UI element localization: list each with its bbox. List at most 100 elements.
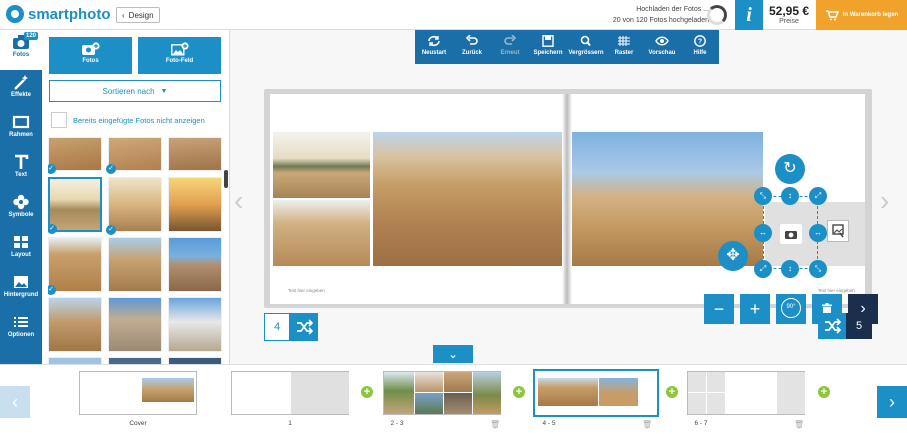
add-page-plus-icon[interactable]: + <box>513 386 525 398</box>
nav-item-fotos[interactable]: Fotos 120 <box>0 30 42 70</box>
panel-scrollbar[interactable] <box>224 170 228 188</box>
add-page-plus-icon[interactable]: + <box>666 386 678 398</box>
logo[interactable]: smartphoto <box>6 5 111 23</box>
photo-thumbnail[interactable] <box>168 177 222 232</box>
photo-edit-center-icon[interactable] <box>780 224 802 244</box>
sort-dropdown[interactable]: Sortieren nach ▼ <box>49 80 221 102</box>
nav-item-effekte[interactable]: Effekte <box>0 70 42 110</box>
photo-slot[interactable] <box>373 132 566 266</box>
preview-button[interactable]: Vorschau <box>643 30 681 64</box>
caption-text-left[interactable]: Text hier eingeben <box>288 288 325 293</box>
photo-grid: ✓ ✓ ✓ ✓ ✓ <box>48 137 224 365</box>
nav-item-symbole[interactable]: Symbole <box>0 190 42 230</box>
add-page-plus-icon[interactable]: + <box>361 386 373 398</box>
restart-button[interactable]: Neustart <box>415 30 453 64</box>
rotate-handle-icon[interactable]: ↻ <box>775 154 805 184</box>
nav-item-layout[interactable]: Layout <box>0 230 42 270</box>
resize-handle-ne-icon[interactable]: ⤢ <box>809 187 827 205</box>
resize-handle-s-icon[interactable]: ↕ <box>781 260 799 278</box>
delete-spread-trash-icon[interactable]: 🗑 <box>490 420 500 429</box>
spread-thumbnail-6-7[interactable] <box>687 371 805 415</box>
photo-thumbnail[interactable] <box>168 297 222 352</box>
chevron-down-icon: ▼ <box>160 87 168 95</box>
rotate-90-button[interactable]: 90° <box>776 294 806 324</box>
hide-inserted-checkbox[interactable] <box>51 112 67 128</box>
photo-thumbnail[interactable]: ✓ <box>48 237 102 295</box>
zoom-button[interactable]: Vergrössern <box>567 30 605 64</box>
info-button[interactable]: i <box>735 0 763 30</box>
shuffle-left-button[interactable] <box>290 313 318 341</box>
photo-panel: Fotos Foto-Feld Sortieren nach ▼ Bereits… <box>42 30 230 365</box>
spread-thumbnail-4-5-active[interactable] <box>533 369 659 417</box>
spread-thumbnail-1[interactable] <box>231 371 349 415</box>
save-icon <box>542 35 554 47</box>
zoom-in-button[interactable]: + <box>740 294 770 324</box>
photo-thumbnail[interactable] <box>108 237 162 292</box>
hide-inserted-toggle[interactable]: Bereits eingefügte Fotos nicht anzeigen <box>51 112 205 128</box>
save-button[interactable]: Speichern <box>529 30 567 64</box>
price-value: 52,95 € <box>768 4 810 18</box>
add-photo-field-icon <box>170 42 189 56</box>
delete-spread-trash-icon[interactable]: 🗑 <box>642 420 652 429</box>
photo-swap-icon[interactable] <box>827 220 849 242</box>
filmstrip-prev-arrow-icon[interactable]: ‹ <box>0 386 30 418</box>
filmstrip-next-arrow-icon[interactable]: › <box>877 386 907 418</box>
photo-thumbnail[interactable]: ✓ <box>106 137 162 174</box>
expand-filmstrip-button[interactable]: ⌄ <box>433 345 473 363</box>
nav-item-text[interactable]: Text <box>0 150 42 190</box>
resize-handle-n-icon[interactable]: ↕ <box>781 187 799 205</box>
move-handle-icon[interactable]: ✥ <box>718 241 748 271</box>
redo-button[interactable]: Erneut <box>491 30 529 64</box>
sort-dropdown-label: Sortieren nach <box>102 86 155 96</box>
nav-item-rahmen[interactable]: Rahmen <box>0 110 42 150</box>
spread-preview-image <box>707 393 725 414</box>
photo-thumbnail[interactable] <box>108 297 162 352</box>
price-display[interactable]: 52,95 € Preise <box>765 4 813 25</box>
spread-preview-image <box>444 393 472 414</box>
nav-item-optionen[interactable]: Optionen <box>0 310 42 350</box>
grid-button[interactable]: Raster <box>605 30 643 64</box>
photo-thumbnail-selected[interactable]: ✓ <box>48 177 102 234</box>
photo-thumbnail[interactable]: ✓ <box>106 177 162 235</box>
spread-preview-image <box>688 393 706 414</box>
photo-thumbnail[interactable]: ✓ <box>48 137 102 174</box>
undo-button[interactable]: Zurück <box>453 30 491 64</box>
zoom-out-button[interactable]: − <box>704 294 734 324</box>
delete-spread-trash-icon[interactable]: 🗑 <box>794 420 804 429</box>
caption-text-right[interactable]: Text hier eingeben <box>818 288 855 293</box>
spread-label: Cover <box>129 420 147 427</box>
svg-text:?: ? <box>698 39 702 46</box>
undo-icon <box>465 35 478 45</box>
check-icon: ✓ <box>106 164 116 174</box>
nav-item-hintergrund[interactable]: Hintergrund <box>0 270 42 310</box>
page-number-left[interactable]: 4 <box>264 313 290 341</box>
page-left[interactable]: Text hier eingeben <box>270 94 566 304</box>
help-button[interactable]: ? Hilfe <box>681 30 719 64</box>
upload-spinner-icon <box>707 5 727 25</box>
resize-handle-e-icon[interactable]: ↔ <box>809 224 827 242</box>
spread-thumbnail-2-3[interactable] <box>383 371 501 415</box>
check-icon: ✓ <box>48 285 56 295</box>
add-photo-field-button[interactable]: Foto-Feld <box>138 37 221 74</box>
spread-preview-image <box>384 372 414 414</box>
photo-slot[interactable] <box>273 200 370 266</box>
spread-thumbnail-cover[interactable] <box>79 371 197 415</box>
add-photos-button[interactable]: Fotos <box>49 37 132 74</box>
nav-label: Rahmen <box>9 132 33 138</box>
shuffle-right-button[interactable] <box>818 313 846 339</box>
resize-handle-sw-icon[interactable]: ⤢ <box>754 260 772 278</box>
resize-handle-se-icon[interactable]: ⤡ <box>809 260 827 278</box>
resize-handle-w-icon[interactable]: ↔ <box>754 224 772 242</box>
add-page-plus-icon[interactable]: + <box>818 386 830 398</box>
photo-thumbnail[interactable] <box>168 137 222 171</box>
photo-thumbnail[interactable] <box>48 297 102 352</box>
next-spread-arrow-icon[interactable]: › <box>880 185 889 217</box>
page-number-right[interactable]: 5 <box>846 313 872 339</box>
photo-thumbnail[interactable] <box>168 237 222 292</box>
hide-inserted-label: Bereits eingefügte Fotos nicht anzeigen <box>73 115 205 125</box>
add-to-cart-button[interactable]: In Warenkorb legen <box>816 0 907 30</box>
previous-spread-arrow-icon[interactable]: ‹ <box>234 185 243 217</box>
back-design-button[interactable]: ‹ Design <box>116 7 160 23</box>
resize-handle-nw-icon[interactable]: ⤡ <box>754 187 772 205</box>
photo-slot[interactable] <box>273 132 370 198</box>
